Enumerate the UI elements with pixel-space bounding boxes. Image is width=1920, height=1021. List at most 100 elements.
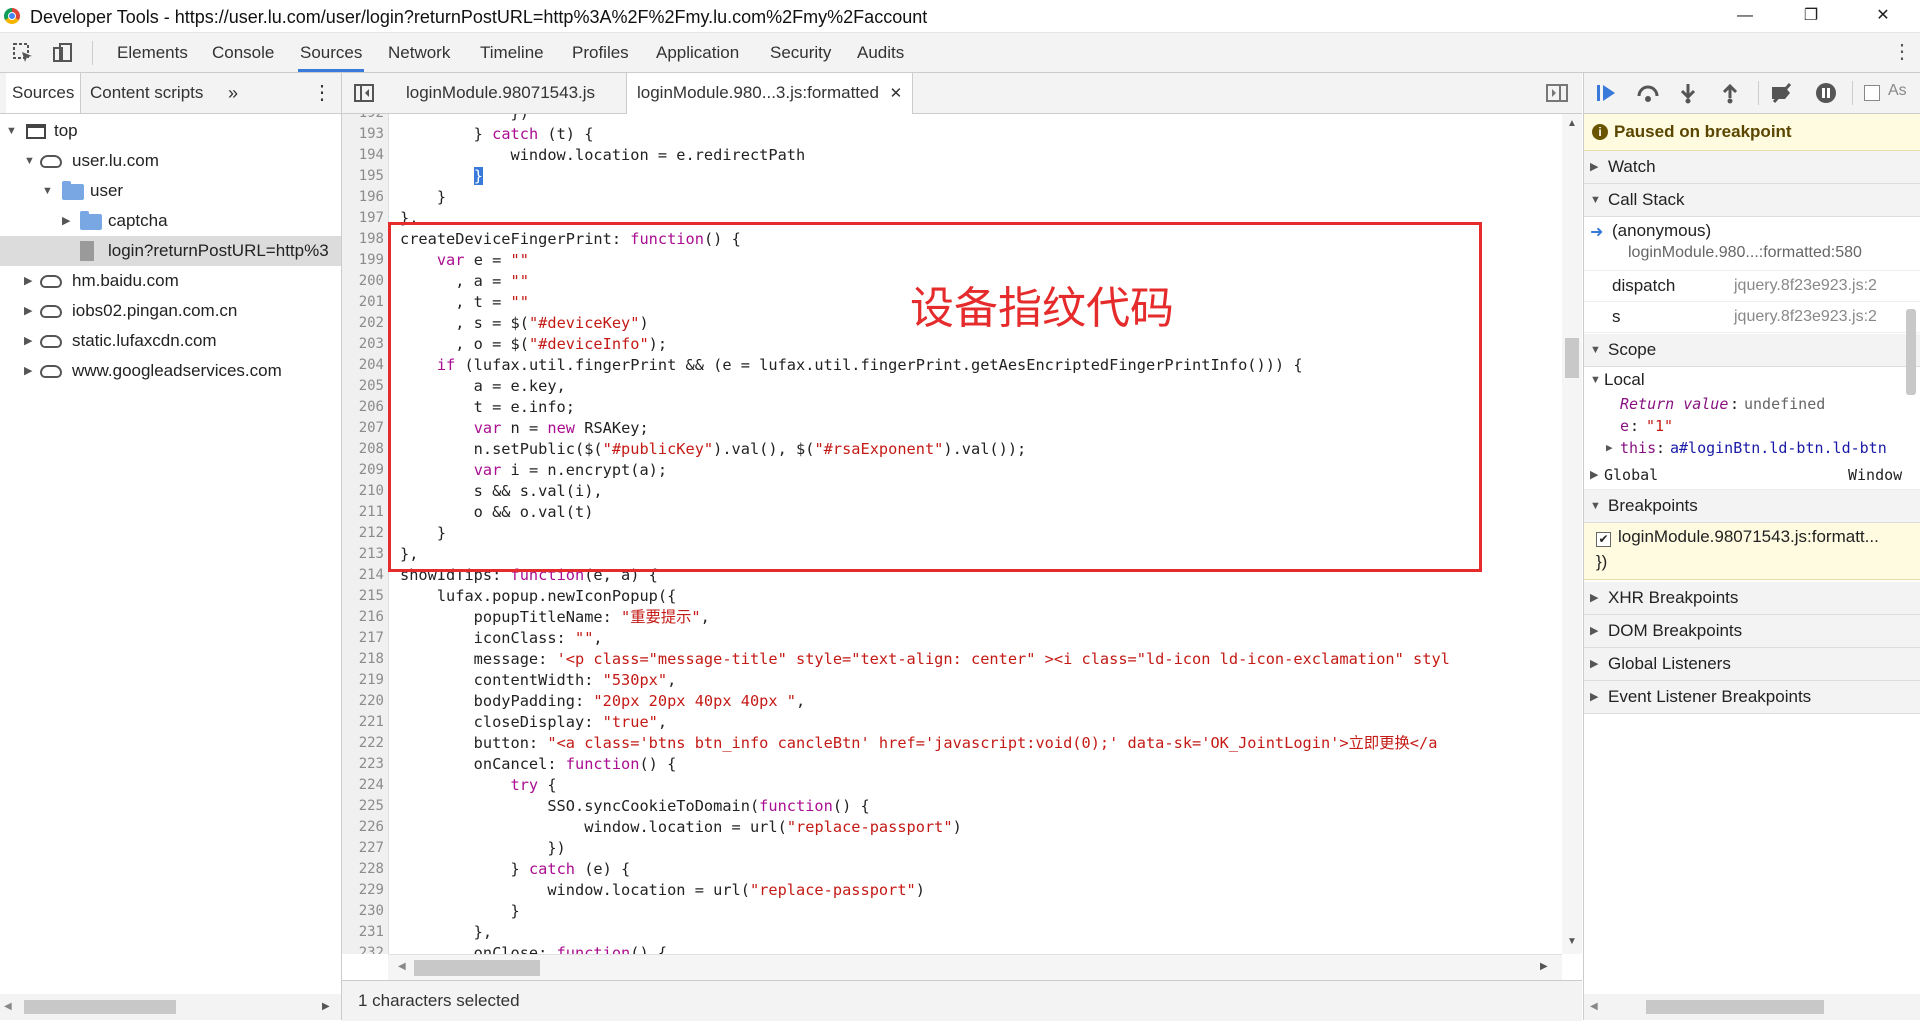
line-number[interactable]: 231 xyxy=(342,922,384,943)
tab-security[interactable]: Security xyxy=(768,33,833,72)
call-frame-active[interactable]: ➜ (anonymous) loginModule.980...:formatt… xyxy=(1584,218,1920,271)
section-dom-breakpoints[interactable]: ▶ DOM Breakpoints xyxy=(1584,615,1920,648)
tree-item-domain[interactable]: ▶ static.lufaxcdn.com xyxy=(0,326,341,356)
collapse-arrow-icon[interactable]: ▶ xyxy=(62,206,70,236)
expand-arrow-icon[interactable]: ▼ xyxy=(42,176,53,206)
collapse-arrow-icon[interactable]: ▶ xyxy=(24,326,32,356)
tab-network[interactable]: Network xyxy=(386,33,452,72)
sidebar-scrollbar-thumb[interactable] xyxy=(1906,309,1916,395)
scroll-down-icon[interactable]: ▼ xyxy=(1567,936,1577,947)
line-number[interactable]: 211 xyxy=(342,502,384,523)
line-number[interactable]: 209 xyxy=(342,460,384,481)
minimize-button[interactable]: — xyxy=(1722,0,1768,32)
code-line[interactable]: closeDisplay: "true", xyxy=(400,712,667,733)
line-number[interactable]: 225 xyxy=(342,796,384,817)
code-line[interactable]: }, xyxy=(400,922,492,943)
line-number[interactable]: 195 xyxy=(342,166,384,187)
restore-button[interactable]: ❐ xyxy=(1788,0,1834,32)
scroll-left-icon[interactable]: ◀ xyxy=(1590,1001,1598,1012)
editor-horizontal-scrollbar[interactable]: ◀ ▶ xyxy=(388,954,1562,981)
call-frame[interactable]: s jquery.8f23e923.js:2 xyxy=(1584,302,1920,333)
section-breakpoints[interactable]: ▼ Breakpoints xyxy=(1584,490,1920,523)
code-line[interactable]: iconClass: "", xyxy=(400,628,603,649)
line-number[interactable]: 193 xyxy=(342,124,384,145)
breakpoint-checkbox[interactable]: ✔ xyxy=(1596,532,1611,547)
line-number[interactable]: 228 xyxy=(342,859,384,880)
scroll-up-icon[interactable]: ▲ xyxy=(1567,118,1577,129)
line-number[interactable]: 202 xyxy=(342,313,384,334)
scroll-right-icon[interactable]: ▶ xyxy=(322,1001,330,1012)
tree-item-domain[interactable]: ▶ www.googleadservices.com xyxy=(0,356,341,386)
line-number[interactable]: 219 xyxy=(342,670,384,691)
line-number[interactable]: 210 xyxy=(342,481,384,502)
line-number[interactable]: 227 xyxy=(342,838,384,859)
call-frame[interactable]: dispatch jquery.8f23e923.js:2 xyxy=(1584,271,1920,302)
pause-on-exceptions-icon[interactable] xyxy=(1814,82,1838,104)
expand-arrow-icon[interactable]: ▼ xyxy=(6,116,17,146)
code-line[interactable]: contentWidth: "530px", xyxy=(400,670,677,691)
navigator-menu-icon[interactable]: ⋮ xyxy=(312,73,332,113)
line-number[interactable]: 194 xyxy=(342,145,384,166)
tree-item-domain[interactable]: ▶ hm.baidu.com xyxy=(0,266,341,296)
section-event-listener-breakpoints[interactable]: ▶ Event Listener Breakpoints xyxy=(1584,681,1920,714)
code-line[interactable]: } xyxy=(400,901,520,922)
line-number[interactable]: 218 xyxy=(342,649,384,670)
line-number[interactable]: 207 xyxy=(342,418,384,439)
line-number[interactable]: 200 xyxy=(342,271,384,292)
code-line[interactable]: SSO.syncCookieToDomain(function() { xyxy=(400,796,869,817)
line-number[interactable]: 208 xyxy=(342,439,384,460)
scrollbar-thumb[interactable] xyxy=(1565,338,1579,378)
tab-console[interactable]: Console xyxy=(210,33,276,72)
step-into-icon[interactable] xyxy=(1676,82,1700,104)
line-number[interactable]: 199 xyxy=(342,250,384,271)
inspect-element-icon[interactable] xyxy=(12,42,34,64)
tab-profiles[interactable]: Profiles xyxy=(570,33,631,72)
tree-item-domain[interactable]: ▼ user.lu.com xyxy=(0,146,341,176)
line-number[interactable]: 203 xyxy=(342,334,384,355)
section-xhr-breakpoints[interactable]: ▶ XHR Breakpoints xyxy=(1584,582,1920,615)
tree-item-folder[interactable]: ▼ user xyxy=(0,176,341,206)
line-number[interactable]: 205 xyxy=(342,376,384,397)
line-number[interactable]: 192 xyxy=(342,114,384,124)
breakpoint-item[interactable]: ✔ loginModule.98071543.js:formatt... }) xyxy=(1584,523,1920,580)
scope-variable[interactable]: Return value: undefined xyxy=(1584,393,1920,415)
section-scope[interactable]: ▼ Scope xyxy=(1584,334,1920,367)
line-number[interactable]: 220 xyxy=(342,691,384,712)
tab-elements[interactable]: Elements xyxy=(115,33,190,72)
collapse-arrow-icon[interactable]: ▶ xyxy=(24,266,32,296)
line-number[interactable]: 198 xyxy=(342,229,384,250)
toggle-debugger-icon[interactable] xyxy=(1546,84,1568,102)
code-line[interactable]: } catch (t) { xyxy=(400,124,594,145)
navtab-sources[interactable]: Sources xyxy=(6,73,82,113)
step-out-icon[interactable] xyxy=(1718,82,1742,104)
sidebar-horizontal-scrollbar[interactable]: ◀ xyxy=(1584,994,1920,1020)
code-line[interactable]: lufax.popup.newIconPopup({ xyxy=(400,586,676,607)
line-number[interactable]: 206 xyxy=(342,397,384,418)
code-line[interactable]: button: "<a class='btns btn_info cancleB… xyxy=(400,733,1438,754)
deactivate-breakpoints-icon[interactable] xyxy=(1770,82,1794,104)
code-line[interactable]: onCancel: function() { xyxy=(400,754,677,775)
section-global-listeners[interactable]: ▶ Global Listeners xyxy=(1584,648,1920,681)
line-number[interactable]: 222 xyxy=(342,733,384,754)
editor-vertical-scrollbar[interactable]: ▲ ▼ xyxy=(1562,114,1582,954)
tree-item-domain[interactable]: ▶ iobs02.pingan.com.cn xyxy=(0,296,341,326)
async-checkbox[interactable] xyxy=(1864,85,1880,101)
line-number-gutter[interactable]: 1921931941951961971981992002012022032042… xyxy=(342,114,389,954)
line-number[interactable]: 214 xyxy=(342,565,384,586)
tab-timeline[interactable]: Timeline xyxy=(478,33,546,72)
line-number[interactable]: 216 xyxy=(342,607,384,628)
device-mode-icon[interactable] xyxy=(52,42,74,64)
tree-item-top[interactable]: ▼ top xyxy=(0,116,341,146)
code-line[interactable]: }) xyxy=(400,838,565,859)
collapse-arrow-icon[interactable]: ▶ xyxy=(24,296,32,326)
line-number[interactable]: 217 xyxy=(342,628,384,649)
scope-global[interactable]: ▶ Global Window xyxy=(1584,461,1920,490)
step-over-icon[interactable] xyxy=(1636,82,1660,104)
line-number[interactable]: 221 xyxy=(342,712,384,733)
line-number[interactable]: 229 xyxy=(342,880,384,901)
section-call-stack[interactable]: ▼ Call Stack xyxy=(1584,184,1920,217)
line-number[interactable]: 224 xyxy=(342,775,384,796)
tab-application[interactable]: Application xyxy=(654,33,741,72)
code-line[interactable]: } catch (e) { xyxy=(400,859,631,880)
line-number[interactable]: 223 xyxy=(342,754,384,775)
